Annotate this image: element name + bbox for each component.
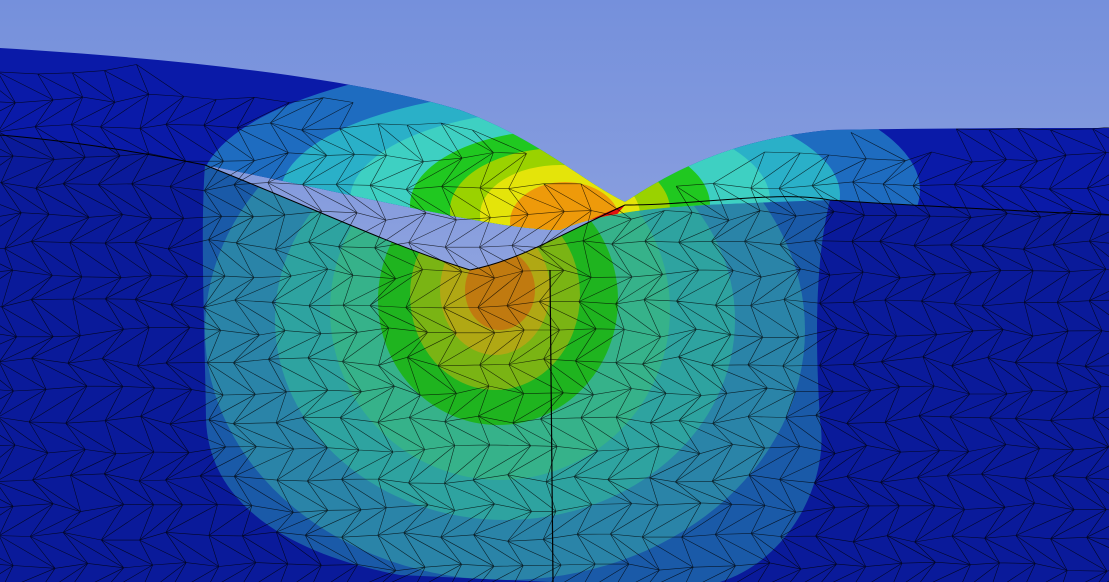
- graphics-viewport[interactable]: [0, 0, 1109, 582]
- fea-result-contour-plot[interactable]: [0, 0, 1109, 582]
